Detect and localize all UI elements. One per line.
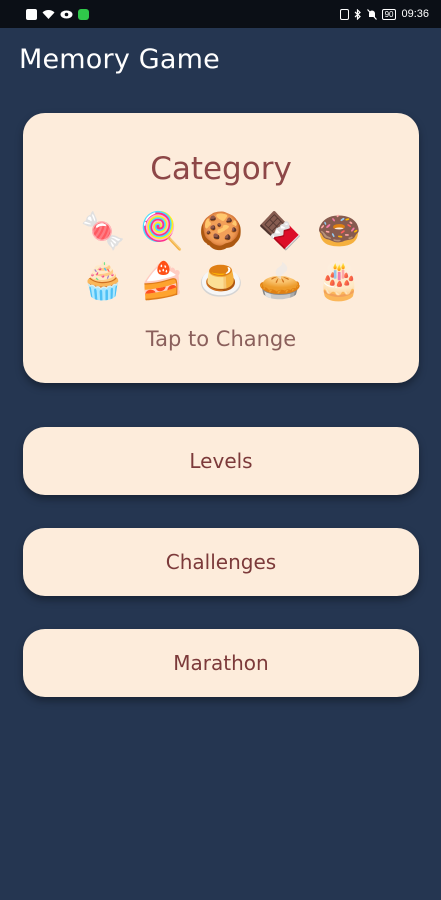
status-bar-right: 90 09:36 [339,8,429,20]
status-bar-left [26,8,89,20]
lollipop-icon: 🍭 [139,211,185,252]
category-title: Category [150,151,292,187]
marathon-button-label: Marathon [173,651,269,675]
bluetooth-icon [354,8,362,20]
marathon-button[interactable]: Marathon [23,629,419,697]
app-title: Memory Game [19,44,220,75]
shortcake-icon: 🍰 [139,261,185,302]
levels-button[interactable]: Levels [23,427,419,495]
doughnut-icon: 🍩 [316,211,362,252]
challenges-button-label: Challenges [165,550,277,574]
pie-icon: 🥧 [257,261,303,302]
candy-icon: 🍬 [80,211,126,252]
chocolate-bar-icon: 🍫 [257,211,303,252]
nfc-icon [339,8,349,20]
cookie-icon: 🍪 [198,211,244,252]
eye-icon [60,10,73,19]
cupcake-icon: 🧁 [80,261,126,302]
sim-card-icon [26,8,37,20]
wifi-icon [42,9,55,20]
message-app-icon [78,8,89,20]
challenges-button[interactable]: Challenges [23,528,419,596]
category-card[interactable]: Category 🍬 🍭 🍪 🍫 🍩 🧁 🍰 🍮 🥧 🎂 Tap to Chan… [23,113,419,383]
levels-button-label: Levels [189,449,253,473]
mute-bell-icon [366,8,377,20]
status-time: 09:36 [401,8,429,20]
category-icon-row-1: 🍬 🍭 🍪 🍫 🍩 [23,209,419,255]
custard-icon: 🍮 [198,261,244,302]
battery-indicator: 90 [381,8,397,20]
tap-to-change-label: Tap to Change [145,327,297,351]
status-bar: 90 09:36 [0,0,441,28]
category-icon-row-2: 🧁 🍰 🍮 🥧 🎂 [23,259,419,305]
birthday-cake-icon: 🎂 [316,261,362,302]
